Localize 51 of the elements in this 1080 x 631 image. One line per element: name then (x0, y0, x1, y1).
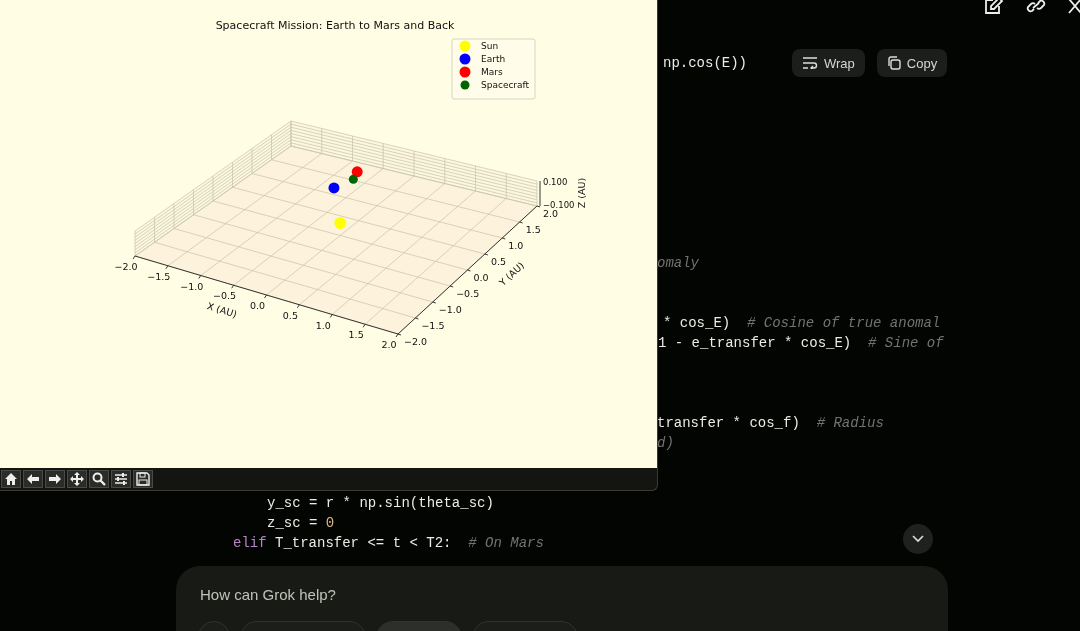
tick-label: 2.0 (381, 339, 397, 350)
home-icon[interactable] (1, 470, 21, 488)
tick-label: 0.5 (490, 256, 506, 267)
code-line: np.cos(E)) (663, 54, 747, 73)
move-icon[interactable] (67, 470, 87, 488)
code-line: * cos_E) # Cosine of true anomal (663, 314, 941, 333)
chevron-down-icon (912, 535, 924, 543)
copy-icon (886, 56, 901, 70)
tick-label: −0.100 (543, 200, 575, 210)
tick-label: −0.5 (456, 288, 480, 299)
close-icon[interactable] (1068, 0, 1080, 14)
legend-label: Spacecraft (481, 80, 530, 90)
tick-label: 1.0 (315, 319, 331, 331)
code-line: transfer * cos_f) # Radius (657, 414, 884, 433)
code-action-button[interactable]: Copy (876, 49, 948, 77)
legend-label: Sun (481, 41, 499, 51)
legend-label: Mars (481, 67, 503, 77)
legend-label: Earth (481, 54, 506, 64)
tick-label: −2.0 (114, 261, 138, 272)
tick-label: −1.0 (438, 304, 462, 315)
tick-label: 2.0 (543, 208, 559, 219)
z-axis (539, 180, 541, 207)
tick-label: 1.5 (348, 329, 364, 341)
tick-label: 0.5 (282, 309, 298, 321)
tick-label: −0.5 (213, 290, 237, 302)
search-icon[interactable] (89, 470, 109, 488)
code-line: y_sc = r * np.sin(theta_sc) (267, 494, 494, 513)
code-line: d) (657, 434, 674, 453)
tick-label: 0.0 (473, 272, 489, 283)
tick-label: −1.5 (147, 270, 171, 282)
tick-label: −1.5 (421, 320, 445, 331)
edit-icon[interactable] (984, 0, 1004, 15)
code-line: z_sc = 0 (267, 514, 335, 533)
tick-label: −1.0 (180, 280, 204, 292)
code-action-button[interactable]: Wrap (792, 49, 865, 77)
axis-label: Z (AU) (576, 177, 587, 209)
save-icon[interactable] (133, 470, 153, 488)
tick-label: 0.100 (543, 177, 568, 187)
tick-label: 0.0 (249, 300, 266, 311)
scroll-down-button[interactable] (903, 524, 933, 554)
link-icon[interactable] (1026, 0, 1046, 15)
axis-label: X (AU) (205, 300, 239, 320)
wrap-icon (802, 57, 818, 69)
tick-label: −2.0 (404, 336, 428, 347)
sliders-icon[interactable] (111, 470, 131, 488)
code-line: elif T_transfer <= t < T2: # On Mars (233, 534, 544, 553)
chart-title: Spacecraft Mission: Earth to Mars and Back (215, 19, 455, 32)
tick-label: 1.5 (525, 224, 541, 235)
code-line: omaly (657, 254, 699, 273)
code-line: 1 - e_transfer * cos_E) # Sine of (658, 334, 944, 353)
tick-label: 1.0 (508, 240, 524, 251)
